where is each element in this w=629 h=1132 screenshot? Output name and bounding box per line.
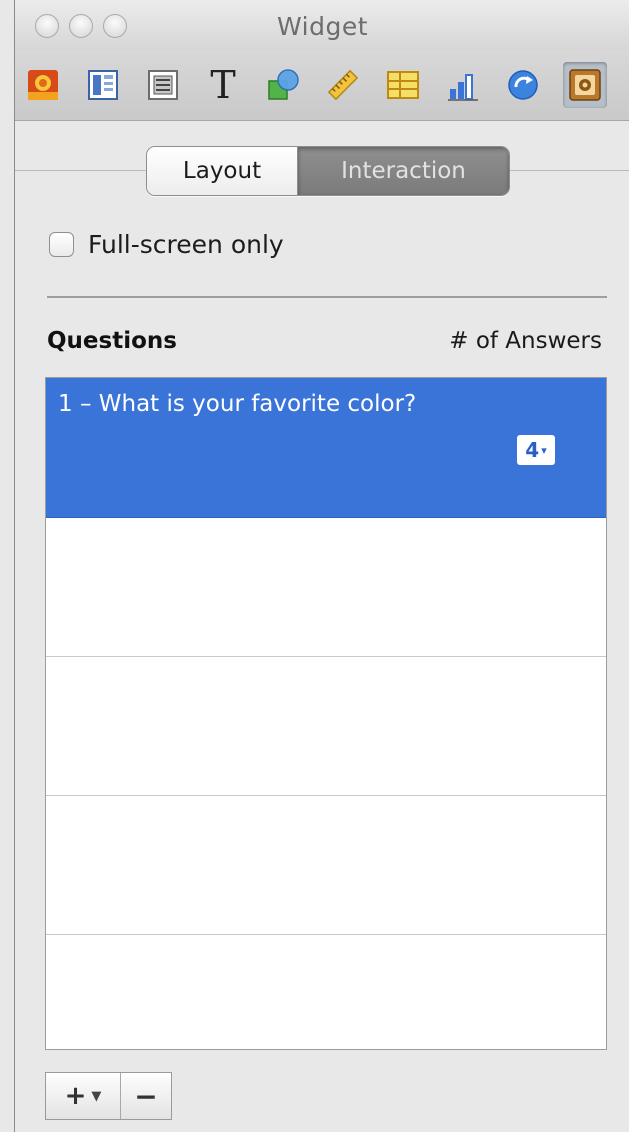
question-text[interactable]: 1 – What is your favorite color? — [58, 391, 416, 417]
title-bar[interactable]: Widget — [15, 0, 629, 50]
minus-icon: − — [134, 1079, 158, 1113]
question-row[interactable] — [46, 518, 606, 657]
document-icon — [28, 70, 58, 100]
question-row[interactable] — [46, 796, 606, 935]
table-icon — [387, 71, 419, 99]
tab-interaction[interactable]: Interaction — [298, 147, 509, 195]
inspector-mode-segmented: Layout Interaction — [146, 146, 510, 196]
tab-layout[interactable]: Layout — [147, 147, 298, 195]
questions-header: Questions — [47, 328, 177, 354]
graphic-inspector-button[interactable] — [261, 62, 305, 108]
table-inspector-button[interactable] — [381, 62, 425, 108]
chart-inspector-button[interactable] — [441, 62, 485, 108]
text-inspector-button[interactable]: T — [201, 62, 245, 108]
metrics-inspector-button[interactable] — [321, 62, 365, 108]
section-divider — [47, 296, 607, 298]
shapes-icon — [268, 69, 299, 100]
document-inspector-button[interactable] — [21, 62, 65, 108]
fullscreen-checkbox[interactable] — [49, 232, 74, 257]
layout-inspector-button[interactable] — [81, 62, 125, 108]
ruler-icon — [327, 69, 359, 101]
widget-inspector-window: Widget T Layout Interaction Full-screen … — [14, 0, 629, 1132]
inspector-toolbar: T — [15, 50, 629, 121]
link-icon — [508, 70, 538, 100]
chevron-down-icon: ▼ — [91, 1088, 102, 1104]
answers-count-header: # of Answers — [449, 328, 602, 354]
layout-icon — [88, 70, 118, 100]
list-controls: + ▼ − — [45, 1072, 172, 1120]
text-icon: T — [210, 63, 236, 107]
chevron-down-icon: ▾ — [541, 443, 547, 457]
chart-icon — [448, 74, 478, 101]
widget-icon — [569, 69, 601, 101]
fullscreen-label: Full-screen only — [88, 230, 284, 259]
question-row[interactable] — [46, 935, 606, 1049]
window-title: Widget — [276, 12, 369, 41]
wrap-inspector-button[interactable] — [141, 62, 185, 108]
question-row[interactable] — [46, 657, 606, 796]
link-inspector-button[interactable] — [501, 62, 545, 108]
widget-inspector-button[interactable] — [563, 62, 607, 108]
answers-count-value: 4 — [525, 438, 540, 462]
questions-list[interactable]: 1 – What is your favorite color? 4 ▾ — [45, 377, 607, 1050]
add-question-button[interactable]: + ▼ — [46, 1073, 121, 1119]
question-row[interactable]: 1 – What is your favorite color? 4 ▾ — [46, 378, 606, 518]
answers-count-popup[interactable]: 4 ▾ — [517, 435, 555, 465]
remove-question-button[interactable]: − — [121, 1073, 171, 1119]
plus-icon: + — [64, 1081, 87, 1111]
wrap-icon — [148, 70, 178, 100]
fullscreen-option[interactable]: Full-screen only — [49, 230, 284, 259]
